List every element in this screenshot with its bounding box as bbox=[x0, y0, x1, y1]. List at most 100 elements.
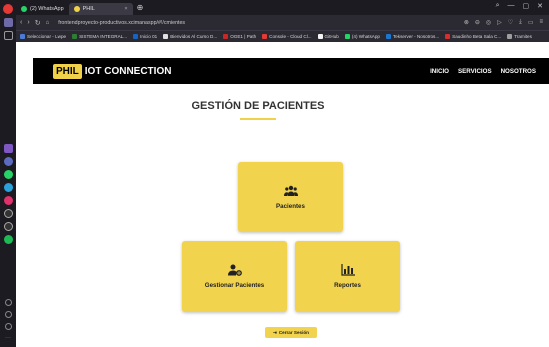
bookmark-item[interactable]: Bienvidos Al Curso D... bbox=[163, 34, 217, 39]
bookmark-label: OGE1 | Path bbox=[230, 34, 257, 39]
bookmark-label: Tramites bbox=[514, 34, 532, 39]
settings-icon[interactable] bbox=[4, 323, 12, 330]
home-nav-icon[interactable]: ⌂ bbox=[46, 20, 50, 26]
nav-link-inicio[interactable]: INICIO bbox=[430, 68, 449, 75]
bookmark-label: GitHub bbox=[324, 34, 339, 39]
bookmark-favicon-icon bbox=[262, 34, 268, 39]
share-icon[interactable]: ◎ bbox=[486, 19, 491, 26]
tab-bar: (2) WhatsApp PHIL × ⊕ ⌕ — ▢ ✕ bbox=[16, 0, 549, 15]
instagram-icon[interactable] bbox=[3, 196, 13, 205]
bookmark-favicon-icon bbox=[344, 34, 350, 39]
spotify-icon[interactable] bbox=[3, 235, 13, 244]
browser-sidebar: ··· bbox=[0, 0, 16, 347]
tiktok-icon[interactable] bbox=[3, 209, 13, 218]
zoom-icon[interactable]: ⊖ bbox=[475, 19, 480, 26]
tab-label: (2) WhatsApp bbox=[30, 6, 64, 12]
back-icon[interactable]: ‹ bbox=[20, 19, 22, 26]
user-gear-icon bbox=[227, 264, 242, 276]
bookmark-favicon-icon bbox=[385, 34, 391, 39]
address-bar: ‹ › ↻ ⌂ frontendproyecto-productivos.xci… bbox=[16, 15, 549, 30]
bookmark-item[interactable]: Tramites bbox=[507, 34, 532, 39]
tab-label: PHIL bbox=[82, 6, 95, 12]
telegram-icon[interactable] bbox=[3, 183, 13, 192]
url-field[interactable]: frontendproyecto-productivos.xcimanaspp/… bbox=[58, 20, 185, 26]
bookmark-label: Console - Cloud Cl... bbox=[269, 34, 312, 39]
bookmark-label: Saudinho Beta Sala C... bbox=[452, 34, 502, 39]
snapshot-icon[interactable]: ▷ bbox=[497, 19, 502, 26]
forward-icon[interactable]: › bbox=[27, 19, 29, 26]
bookmark-item[interactable]: GitHub bbox=[317, 34, 339, 39]
heart-toolbar-icon[interactable]: ♡ bbox=[508, 19, 513, 26]
maximize-icon[interactable]: ▢ bbox=[523, 2, 530, 10]
home-icon[interactable] bbox=[3, 18, 13, 27]
tab-whatsapp[interactable]: (2) WhatsApp bbox=[16, 3, 69, 15]
sign-out-icon: ⇥ bbox=[273, 329, 277, 335]
twitter-icon[interactable] bbox=[3, 222, 13, 231]
users-icon bbox=[283, 185, 298, 196]
title-underline bbox=[240, 118, 276, 120]
bookmarks-icon[interactable] bbox=[3, 31, 13, 40]
nav-link-servicios[interactable]: SERVICIOS bbox=[458, 68, 492, 75]
nav-links: INICIO SERVICIOS NOSOTROS bbox=[430, 68, 536, 75]
minimize-icon[interactable]: — bbox=[508, 2, 515, 10]
page-title: GESTIÓN DE PACIENTES bbox=[191, 100, 325, 112]
card-reportes[interactable]: Reportes bbox=[295, 241, 400, 312]
bookmark-label: Inicio 01 bbox=[140, 34, 158, 39]
phil-favicon-icon bbox=[73, 6, 80, 12]
bookmark-label: SISTEMA INTEGRAL... bbox=[79, 34, 128, 39]
translate-icon[interactable]: ⊗ bbox=[464, 19, 469, 26]
bookmark-favicon-icon bbox=[72, 34, 78, 39]
logout-label: Cerrar Sesión bbox=[278, 330, 309, 335]
site-navbar: PHIL IOT CONNECTION INICIO SERVICIOS NOS… bbox=[33, 58, 549, 84]
bookmark-item[interactable]: OGE1 | Path bbox=[223, 34, 256, 39]
close-tab-icon[interactable]: × bbox=[124, 6, 127, 12]
card-gestionar-pacientes[interactable]: Gestionar Pacientes bbox=[182, 241, 287, 312]
bookmark-item[interactable]: Inicio 01 bbox=[133, 34, 157, 39]
heart-icon[interactable] bbox=[4, 299, 12, 306]
card-label: Pacientes bbox=[276, 202, 305, 210]
bookmark-item[interactable]: (4) WhatsApp bbox=[344, 34, 380, 39]
bookmark-item[interactable]: Console - Cloud Cl... bbox=[262, 34, 312, 39]
bookmark-label: Bienvidos Al Curso D... bbox=[170, 34, 218, 39]
nav-link-nosotros[interactable]: NOSOTROS bbox=[501, 68, 536, 75]
bookmark-item[interactable]: SISTEMA INTEGRAL... bbox=[72, 34, 127, 39]
bookmark-favicon-icon bbox=[163, 34, 169, 39]
bookmark-label: Seleccionar - Lwpe bbox=[27, 34, 67, 39]
bookmark-favicon-icon bbox=[445, 34, 451, 39]
reload-icon[interactable]: ↻ bbox=[35, 19, 41, 27]
wallet-icon[interactable]: ▭ bbox=[528, 19, 534, 26]
opera-logo-icon[interactable] bbox=[3, 4, 13, 14]
bookmark-favicon-icon bbox=[133, 34, 139, 39]
bookmark-label: (4) WhatsApp bbox=[351, 34, 380, 39]
window-controls: ⌕ — ▢ ✕ bbox=[496, 2, 543, 10]
brand-badge: PHIL bbox=[53, 63, 82, 79]
chart-icon bbox=[340, 264, 355, 276]
whatsapp-favicon-icon bbox=[21, 6, 27, 12]
card-pacientes[interactable]: Pacientes bbox=[238, 162, 343, 232]
search-tabs-icon[interactable]: ⌕ bbox=[496, 2, 500, 10]
brand-text: IOT CONNECTION bbox=[84, 65, 172, 77]
new-tab-icon[interactable]: ⊕ bbox=[137, 3, 144, 12]
logout-button[interactable]: ⇥ Cerrar Sesión bbox=[265, 327, 317, 338]
messenger-icon[interactable] bbox=[3, 157, 13, 166]
ai-icon[interactable] bbox=[3, 144, 13, 153]
close-window-icon[interactable]: ✕ bbox=[537, 2, 543, 10]
download-icon[interactable]: ⤓ bbox=[519, 19, 522, 26]
bookmark-favicon-icon bbox=[20, 34, 25, 39]
bookmarks-bar: Seleccionar - Lwpe SISTEMA INTEGRAL... Ini… bbox=[16, 30, 549, 42]
whatsapp-icon[interactable] bbox=[3, 170, 13, 179]
card-label: Reportes bbox=[334, 282, 361, 289]
bookmark-item[interactable]: Tekserver - Nosotros... bbox=[385, 34, 440, 39]
card-label: Gestionar Pacientes bbox=[204, 282, 265, 289]
history-icon[interactable] bbox=[4, 311, 12, 318]
bookmark-item[interactable]: Seleccionar - Lwpe bbox=[20, 34, 66, 39]
menu-icon[interactable]: ≡ bbox=[539, 19, 543, 26]
tab-phil[interactable]: PHIL × bbox=[68, 3, 133, 15]
brand-logo[interactable]: PHIL IOT CONNECTION bbox=[53, 63, 172, 79]
bookmark-favicon-icon bbox=[223, 34, 229, 39]
more-icon[interactable]: ··· bbox=[5, 335, 11, 341]
bookmark-item[interactable]: Saudinho Beta Sala C... bbox=[445, 34, 501, 39]
bookmark-favicon-icon bbox=[507, 34, 513, 39]
toolbar-icons: ⊗ ⊖ ◎ ▷ ♡ ⤓ ▭ ≡ bbox=[464, 19, 543, 26]
bookmark-label: Tekserver - Nosotros... bbox=[392, 34, 440, 39]
